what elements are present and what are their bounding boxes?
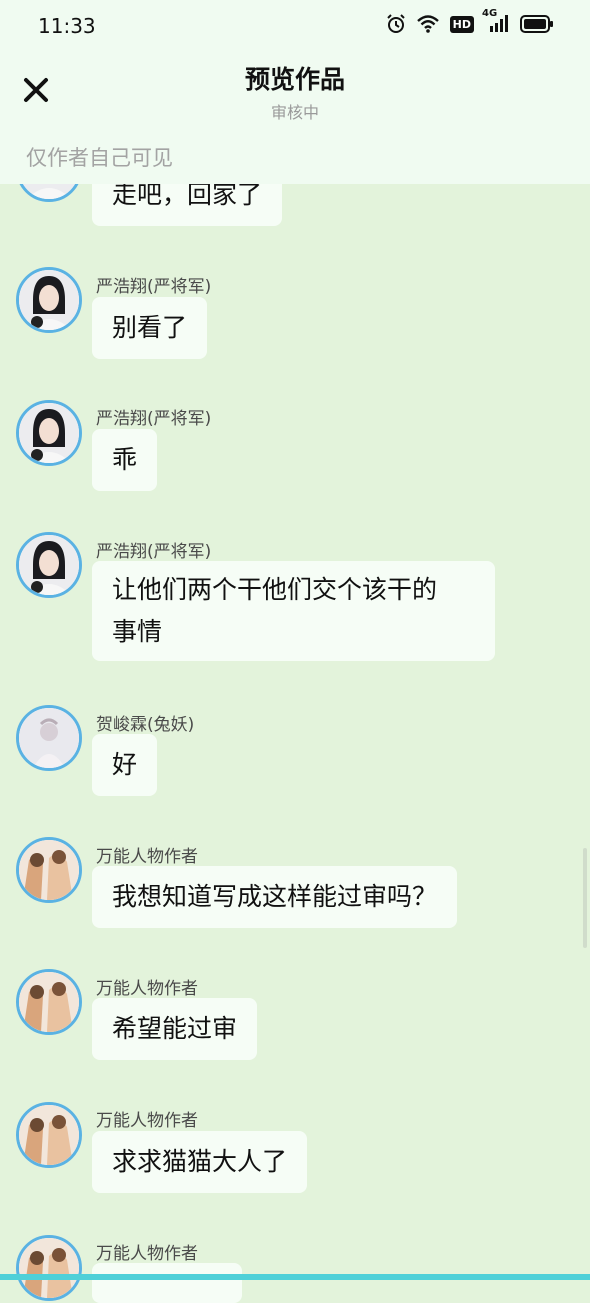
sender-name: 万能人物作者 <box>96 1111 198 1131</box>
sender-name: 贺峻霖(兔妖) <box>96 715 195 735</box>
sender-name: 万能人物作者 <box>96 1244 198 1264</box>
network-type-label: 4G <box>482 8 498 19</box>
sender-name: 严浩翔(严将军) <box>96 542 212 562</box>
avatar[interactable] <box>16 400 82 466</box>
wifi-icon <box>416 15 439 33</box>
status-time: 11:33 <box>38 14 96 38</box>
avatar[interactable] <box>16 837 82 903</box>
status-bar: 11:33 HD 4G <box>0 0 590 52</box>
visibility-note: 仅作者自己可见 <box>26 146 173 170</box>
preview-header: 预览作品 审核中 仅作者自己可见 <box>0 52 590 184</box>
hd-voice-icon: HD <box>449 15 474 33</box>
message-bubble[interactable]: 我想知道写成这样能过审吗？ <box>92 866 458 928</box>
avatar[interactable] <box>16 532 82 598</box>
alarm-icon <box>386 14 405 33</box>
message-bubble[interactable]: 让他们两个干他们交个该干的 事情 <box>92 561 495 661</box>
sender-name: 严浩翔(严将军) <box>96 409 212 429</box>
review-status: 审核中 <box>270 103 319 122</box>
cellular-signal-icon: 4G <box>482 8 510 34</box>
avatar[interactable] <box>16 1235 82 1301</box>
sender-name: 万能人物作者 <box>96 847 198 867</box>
message-bubble[interactable]: 别看了 <box>92 297 208 359</box>
bottom-accent-bar <box>0 1274 590 1280</box>
avatar[interactable] <box>16 1102 82 1168</box>
sender-name: 万能人物作者 <box>96 979 198 999</box>
message-bubble[interactable]: 希望能过审 <box>92 998 258 1060</box>
avatar[interactable] <box>16 267 82 333</box>
message-bubble[interactable]: 乖 <box>92 429 158 491</box>
sender-name: 严浩翔(严将军) <box>96 277 212 297</box>
avatar[interactable] <box>16 969 82 1035</box>
message-bubble[interactable] <box>92 1263 242 1303</box>
avatar[interactable] <box>16 705 82 771</box>
message-bubble[interactable]: 好 <box>92 734 158 796</box>
message-bubble[interactable]: 求求猫猫大人了 <box>92 1131 308 1193</box>
status-icons: HD 4G <box>386 8 554 34</box>
scrollbar[interactable] <box>583 848 587 948</box>
battery-icon <box>520 15 553 33</box>
page-title: 预览作品 <box>244 65 345 94</box>
